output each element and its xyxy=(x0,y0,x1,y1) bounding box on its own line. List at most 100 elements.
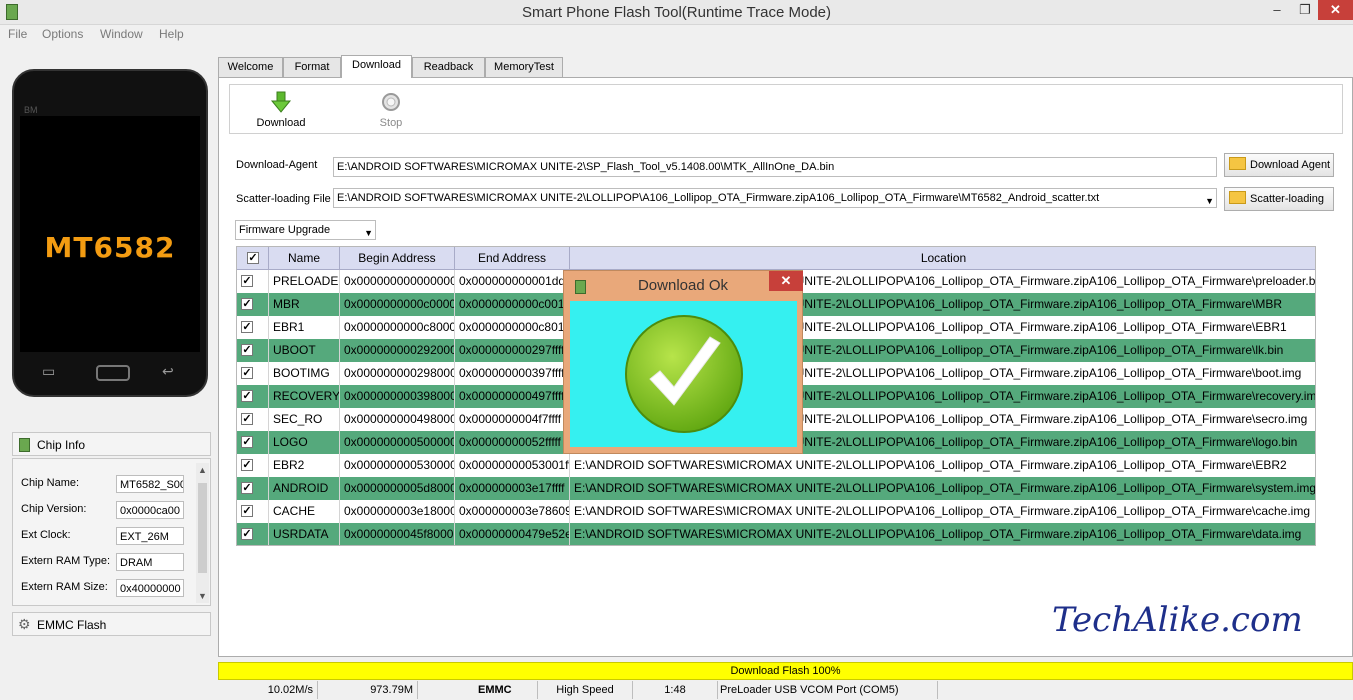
row-name: RECOVERY xyxy=(269,385,340,408)
tab-format[interactable]: Format xyxy=(283,57,341,77)
row-select-cell[interactable]: ✓ xyxy=(237,270,269,293)
table-row[interactable]: ✓ CACHE 0x000000003e180000 0x000000003e7860… xyxy=(237,500,1315,523)
row-name: CACHE xyxy=(269,500,340,523)
row-begin-address: 0x0000000000c80000 xyxy=(340,316,455,339)
table-row[interactable]: ✓ USRDATA 0x0000000045f80000 0x00000000479e… xyxy=(237,523,1315,545)
row-checkbox[interactable]: ✓ xyxy=(241,298,253,310)
chip-info-panel: Chip Name: MT6582_S00 Chip Version: 0x00… xyxy=(12,458,211,606)
tab-readback[interactable]: Readback xyxy=(412,57,485,77)
row-end-address: 0x000000003e17ffff xyxy=(455,477,570,500)
row-select-cell[interactable]: ✓ xyxy=(237,454,269,477)
back-key-icon: ↩ xyxy=(162,363,174,379)
status-port: PreLoader USB VCOM Port (COM5) xyxy=(718,681,938,699)
tab-memorytest[interactable]: MemoryTest xyxy=(485,57,563,77)
row-begin-address: 0x0000000002980000 xyxy=(340,362,455,385)
chip-name-value: MT6582_S00 xyxy=(116,475,184,493)
header-begin-address[interactable]: Begin Address xyxy=(340,247,455,269)
close-button[interactable]: ✕ xyxy=(1318,0,1353,20)
select-all-checkbox[interactable]: ✓ xyxy=(247,252,259,264)
row-select-cell[interactable]: ✓ xyxy=(237,316,269,339)
chip-version-value: 0x0000ca00 xyxy=(116,501,184,519)
emmc-flash-header[interactable]: ⚙ EMMC Flash xyxy=(12,612,211,636)
row-name: LOGO xyxy=(269,431,340,454)
menu-help[interactable]: Help xyxy=(159,27,184,41)
row-checkbox[interactable]: ✓ xyxy=(241,390,253,402)
download-agent-label: Download-Agent xyxy=(236,159,318,171)
row-checkbox[interactable]: ✓ xyxy=(241,275,253,287)
row-checkbox[interactable]: ✓ xyxy=(241,505,253,517)
row-checkbox[interactable]: ✓ xyxy=(241,344,253,356)
table-header: ✓ Name Begin Address End Address Locatio… xyxy=(237,247,1315,270)
status-time: 1:48 xyxy=(633,681,718,699)
row-select-cell[interactable]: ✓ xyxy=(237,385,269,408)
row-checkbox[interactable]: ✓ xyxy=(241,367,253,379)
stop-icon xyxy=(382,93,400,111)
row-checkbox[interactable]: ✓ xyxy=(241,482,253,494)
chevron-down-icon[interactable]: ▼ xyxy=(364,224,373,239)
scatter-file-path[interactable]: E:\ANDROID SOFTWARES\MICROMAX UNITE-2\LO… xyxy=(333,188,1217,208)
row-select-cell[interactable]: ✓ xyxy=(237,431,269,454)
row-select-cell[interactable]: ✓ xyxy=(237,523,269,545)
row-checkbox[interactable]: ✓ xyxy=(241,436,253,448)
chip-info-scrollbar[interactable]: ▲ ▼ xyxy=(196,463,209,603)
row-name: BOOTIMG xyxy=(269,362,340,385)
row-name: SEC_RO xyxy=(269,408,340,431)
scroll-up-icon[interactable]: ▲ xyxy=(196,465,209,475)
table-row[interactable]: ✓ EBR2 0x0000000005300000 0x00000000053001f… xyxy=(237,454,1315,477)
row-select-cell[interactable]: ✓ xyxy=(237,408,269,431)
header-end-address[interactable]: End Address xyxy=(455,247,570,269)
menu-window[interactable]: Window xyxy=(100,27,143,41)
ext-clock-value: EXT_26M xyxy=(116,527,184,545)
row-checkbox[interactable]: ✓ xyxy=(241,459,253,471)
row-select-cell[interactable]: ✓ xyxy=(237,477,269,500)
tab-download[interactable]: Download xyxy=(341,55,412,78)
row-begin-address: 0x0000000002920000 xyxy=(340,339,455,362)
scroll-down-icon[interactable]: ▼ xyxy=(196,591,209,601)
header-name[interactable]: Name xyxy=(269,247,340,269)
minimize-button[interactable]: – xyxy=(1262,0,1292,20)
row-name: ANDROID xyxy=(269,477,340,500)
mode-select-value: Firmware Upgrade xyxy=(239,224,331,236)
phone-brand: BM xyxy=(24,105,38,115)
row-select-cell[interactable]: ✓ xyxy=(237,500,269,523)
dialog-close-button[interactable]: ✕ xyxy=(769,271,803,291)
status-speed: 10.02M/s xyxy=(218,681,318,699)
stop-button[interactable]: Stop xyxy=(361,91,421,129)
row-end-address: 0x0000000000c001ff xyxy=(455,293,570,316)
row-checkbox[interactable]: ✓ xyxy=(241,528,253,540)
window-title: Smart Phone Flash Tool(Runtime Trace Mod… xyxy=(521,4,832,21)
row-name: PRELOADER xyxy=(269,270,340,293)
row-end-address: 0x000000000001dd8 xyxy=(455,270,570,293)
scatter-loading-button[interactable]: Scatter-loading xyxy=(1224,187,1334,211)
chip-name-label: Chip Name: xyxy=(21,477,80,489)
download-button[interactable]: Download xyxy=(251,91,311,129)
toolbar: Download Stop xyxy=(229,84,1343,134)
chip-version-label: Chip Version: xyxy=(21,503,87,515)
select-all-column[interactable]: ✓ xyxy=(237,247,269,269)
header-location[interactable]: Location xyxy=(570,247,1315,269)
row-location: E:\ANDROID SOFTWARES\MICROMAX UNITE-2\LO… xyxy=(570,454,1315,477)
row-select-cell[interactable]: ✓ xyxy=(237,339,269,362)
status-bar: 10.02M/s 973.79M EMMC High Speed 1:48 Pr… xyxy=(218,681,1353,700)
row-name: MBR xyxy=(269,293,340,316)
tab-welcome[interactable]: Welcome xyxy=(218,57,283,77)
download-agent-button[interactable]: Download Agent xyxy=(1224,153,1334,177)
download-agent-button-label: Download Agent xyxy=(1250,159,1331,171)
chip-info-header[interactable]: Chip Info xyxy=(12,432,211,456)
maximize-button[interactable]: ❐ xyxy=(1292,0,1318,20)
download-progress-bar: Download Flash 100% xyxy=(218,662,1353,680)
chevron-down-icon[interactable]: ▼ xyxy=(1205,192,1214,207)
menu-options[interactable]: Options xyxy=(42,27,83,41)
row-select-cell[interactable]: ✓ xyxy=(237,362,269,385)
download-agent-path[interactable]: E:\ANDROID SOFTWARES\MICROMAX UNITE-2\SP… xyxy=(333,157,1217,177)
row-checkbox[interactable]: ✓ xyxy=(241,413,253,425)
table-row[interactable]: ✓ ANDROID 0x0000000005d80000 0x000000003e17… xyxy=(237,477,1315,500)
row-select-cell[interactable]: ✓ xyxy=(237,293,269,316)
ram-type-value: DRAM xyxy=(116,553,184,571)
row-begin-address: 0x0000000005300000 xyxy=(340,454,455,477)
mode-select[interactable]: Firmware Upgrade ▼ xyxy=(235,220,376,240)
scroll-thumb[interactable] xyxy=(198,483,207,573)
row-checkbox[interactable]: ✓ xyxy=(241,321,253,333)
menu-file[interactable]: File xyxy=(8,27,27,41)
scatter-loading-button-label: Scatter-loading xyxy=(1250,193,1324,205)
